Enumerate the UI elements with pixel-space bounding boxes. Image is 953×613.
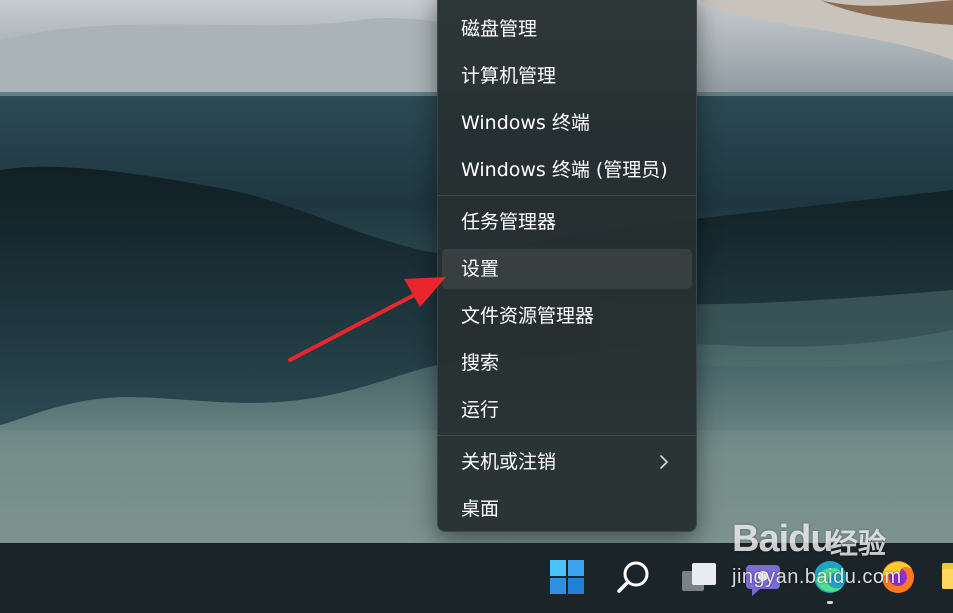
- chevron-right-icon: [660, 455, 668, 469]
- menu-item-windows-terminal[interactable]: Windows 终端: [442, 103, 692, 143]
- winx-context-menu: 磁盘管理 计算机管理 Windows 终端 Windows 终端 (管理员) 任…: [437, 0, 697, 532]
- menu-item-label: 关机或注销: [461, 451, 557, 473]
- search-icon[interactable]: [610, 543, 658, 613]
- menu-item-search[interactable]: 搜索: [442, 343, 692, 383]
- windows-start-icon[interactable]: [544, 543, 592, 613]
- menu-item-file-explorer[interactable]: 文件资源管理器: [442, 296, 692, 336]
- menu-item-computer-management[interactable]: 计算机管理: [442, 56, 692, 96]
- taskbar: [0, 543, 953, 613]
- task-view-icon[interactable]: [678, 543, 726, 613]
- menu-item-task-manager[interactable]: 任务管理器: [442, 202, 692, 242]
- menu-item-shutdown-signout[interactable]: 关机或注销: [442, 442, 692, 482]
- menu-item-disk-management[interactable]: 磁盘管理: [442, 9, 692, 49]
- menu-item-desktop[interactable]: 桌面: [442, 489, 692, 529]
- edge-icon[interactable]: [806, 543, 854, 613]
- menu-item-settings[interactable]: 设置: [442, 249, 692, 289]
- menu-item-run[interactable]: 运行: [442, 390, 692, 430]
- firefox-icon[interactable]: [874, 543, 922, 613]
- menu-separator: [438, 435, 696, 436]
- file-explorer-icon[interactable]: [936, 543, 953, 613]
- chat-icon[interactable]: [740, 543, 788, 613]
- menu-item-windows-terminal-admin[interactable]: Windows 终端 (管理员): [442, 150, 692, 190]
- menu-separator: [438, 195, 696, 196]
